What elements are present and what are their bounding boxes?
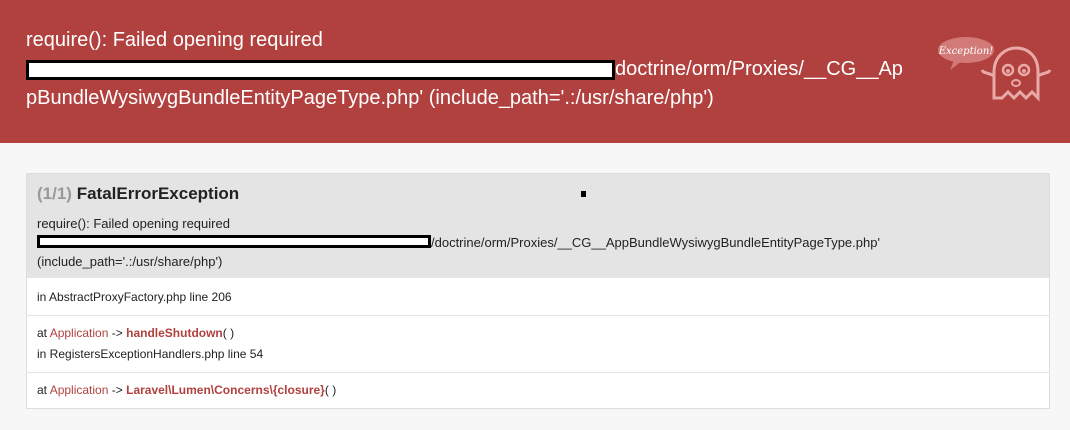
trace-call: at Application -> handleShutdown( ) xyxy=(37,323,1049,344)
trace-at: at xyxy=(37,383,48,397)
cursor-marker xyxy=(581,191,586,197)
ghost-badge-text: Exception! xyxy=(938,46,994,57)
trace-item: at Application -> handleShutdown( ) in R… xyxy=(27,315,1049,372)
trace-arrow: -> xyxy=(111,383,123,397)
header-error-message: require(): Failed opening required doctr… xyxy=(26,26,926,113)
redacted-path-box xyxy=(37,235,431,248)
header-path-tail: doctrine/orm/Proxies/__CG__Ap xyxy=(615,58,903,80)
redacted-path-box xyxy=(26,60,615,80)
trace-class[interactable]: Application xyxy=(50,383,109,397)
header-line3: pBundleWysiwygBundleEntityPageType.php' … xyxy=(26,87,714,109)
exception-path-tail: /doctrine/orm/Proxies/__CG__AppBundleWys… xyxy=(431,235,880,250)
trace-parens: ( ) xyxy=(324,383,337,397)
header-line1: require(): Failed opening required xyxy=(26,29,323,51)
trace-class[interactable]: Application xyxy=(50,326,109,340)
exception-message-line2: /doctrine/orm/Proxies/__CG__AppBundleWys… xyxy=(37,233,1037,252)
header-line2: doctrine/orm/Proxies/__CG__Ap xyxy=(26,55,926,84)
trace-parens: ( ) xyxy=(222,326,235,340)
trace-arrow: -> xyxy=(111,326,123,340)
exception-count: (1/1) xyxy=(37,184,72,203)
exception-panel-header: (1/1) FatalErrorException require(): Fai… xyxy=(27,174,1049,277)
trace-at: at xyxy=(37,326,48,340)
exception-name: FatalErrorException xyxy=(76,184,240,203)
exception-message: require(): Failed opening required /doct… xyxy=(37,214,1037,271)
exception-panel: (1/1) FatalErrorException require(): Fai… xyxy=(26,173,1050,409)
exception-ghost-icon: Exception! xyxy=(938,37,1052,102)
trace-function: Laravel\Lumen\Concerns\{closure} xyxy=(126,383,325,397)
exception-title: (1/1) FatalErrorException xyxy=(37,184,239,204)
trace-function: handleShutdown xyxy=(126,326,223,340)
exception-message-line1: require(): Failed opening required xyxy=(37,216,230,231)
trace-item: in AbstractProxyFactory.php line 206 xyxy=(27,277,1049,315)
exception-message-line3: (include_path='.:/usr/share/php') xyxy=(37,254,223,269)
trace-call: at Application -> Laravel\Lumen\Concerns… xyxy=(37,380,1049,401)
trace-location: in RegistersExceptionHandlers.php line 5… xyxy=(37,347,264,361)
trace-location: in AbstractProxyFactory.php line 206 xyxy=(37,290,232,304)
error-header: require(): Failed opening required doctr… xyxy=(0,0,1070,143)
trace-item: at Application -> Laravel\Lumen\Concerns… xyxy=(27,372,1049,408)
